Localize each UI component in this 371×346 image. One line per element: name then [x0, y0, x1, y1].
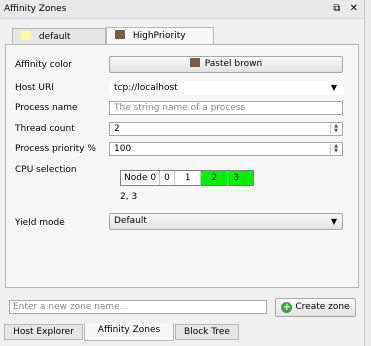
tab-affinity-zones[interactable]: Affinity Zones — [84, 323, 174, 341]
create-zone-label: Create zone — [295, 302, 350, 312]
process-name-placeholder: The string name of a process — [114, 103, 246, 113]
panel-titlebar: Affinity Zones ⧉ ✕ — [0, 0, 364, 19]
affinity-color-value: Pastel brown — [204, 59, 263, 69]
panel-title: Affinity Zones — [4, 4, 67, 14]
process-priority-stepper[interactable]: 100 ▲ ▼ — [109, 142, 343, 156]
host-uri-value: tcp://localhost — [114, 83, 178, 93]
thread-count-value: 2 — [114, 124, 120, 134]
tab-block-tree-label: Block Tree — [184, 327, 230, 337]
process-priority-label: Process priority % — [15, 144, 96, 154]
thread-count-label: Thread count — [15, 124, 75, 134]
plus-icon: + — [281, 302, 293, 313]
cpu-node-label: Node 0 — [124, 173, 157, 183]
cpu-cell-2[interactable]: 2 — [199, 171, 228, 185]
tab-block-tree[interactable]: Block Tree — [175, 324, 239, 340]
host-uri-select[interactable]: tcp://localhost ▼ — [109, 81, 343, 95]
new-zone-placeholder: Enter a new zone name... — [13, 302, 129, 312]
tab-highpriority[interactable]: HighPriority — [106, 27, 214, 45]
tab-host-explorer-label: Host Explorer — [13, 327, 74, 337]
process-name-input[interactable]: The string name of a process — [109, 101, 343, 115]
tab-default[interactable]: default — [12, 28, 106, 44]
host-uri-label: Host URI — [15, 83, 54, 93]
cpu-cell-3[interactable]: 3 — [227, 171, 254, 185]
cpu-cell-0[interactable]: 0 — [159, 171, 174, 185]
yield-mode-select[interactable]: Default ▼ — [109, 213, 343, 230]
side-strip — [365, 0, 371, 346]
cpu-selector: Node 0 0 1 2 3 — [120, 170, 255, 186]
process-priority-value: 100 — [114, 144, 132, 154]
tab-highpriority-swatch — [115, 30, 125, 39]
yield-mode-label: Yield mode — [15, 218, 65, 228]
cpu-selection-label: CPU selection — [15, 165, 77, 175]
affinity-zones-panel: Affinity Zones ⧉ ✕ default HighPriority … — [0, 0, 365, 346]
close-icon[interactable]: ✕ — [350, 3, 358, 14]
spin-arrows-icon[interactable]: ▲ ▼ — [330, 144, 341, 154]
tab-default-swatch — [21, 31, 31, 40]
affinity-color-swatch — [189, 58, 200, 67]
affinity-color-button[interactable]: Pastel brown — [109, 56, 343, 73]
float-icon[interactable]: ⧉ — [333, 3, 340, 14]
spin-arrows-icon[interactable]: ▲ ▼ — [330, 124, 341, 134]
create-zone-button[interactable]: + Create zone — [275, 298, 356, 317]
cpu-selected-text: 2, 3 — [120, 192, 138, 202]
tab-highpriority-label: HighPriority — [132, 31, 186, 41]
chevron-down-icon: ▼ — [330, 83, 337, 92]
tab-default-label: default — [38, 32, 71, 42]
chevron-down-icon: ▼ — [330, 217, 337, 226]
tab-host-explorer[interactable]: Host Explorer — [4, 324, 83, 340]
process-name-label: Process name — [15, 103, 78, 113]
new-zone-input[interactable]: Enter a new zone name... — [9, 300, 267, 314]
affinity-color-label: Affinity color — [15, 60, 72, 70]
tab-affinity-zones-label: Affinity Zones — [97, 325, 161, 335]
cpu-cell-1[interactable]: 1 — [173, 171, 200, 185]
yield-mode-value: Default — [114, 216, 147, 226]
thread-count-stepper[interactable]: 2 ▲ ▼ — [109, 122, 343, 136]
